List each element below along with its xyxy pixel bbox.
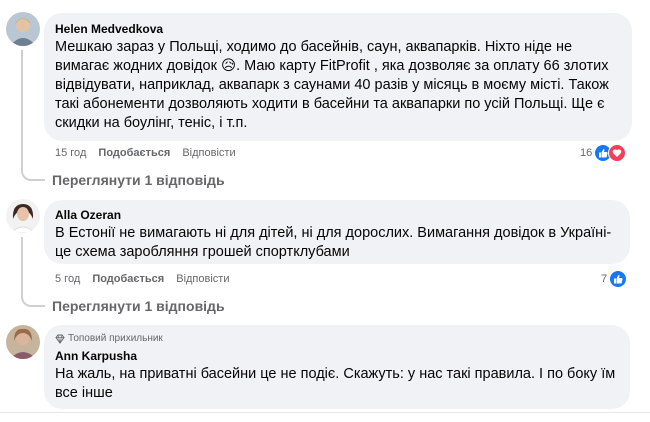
reaction-count: 7 (601, 273, 608, 285)
top-fan-badge: Топовий прихильник (55, 333, 163, 344)
avatar[interactable] (6, 199, 40, 233)
comment-author[interactable]: Helen Medvedkova (55, 22, 163, 36)
comment-actions: 5 год Подобається Відповісти (55, 273, 229, 285)
thread-connector (21, 237, 45, 307)
like-button[interactable]: Подобається (92, 273, 164, 285)
diamond-icon (55, 334, 65, 344)
comment-author[interactable]: Alla Ozeran (55, 208, 121, 222)
comment-bubble: Helen Medvedkova Мешкаю зараз у Польщі, … (44, 13, 632, 141)
sad-emoji-icon: 😥 (220, 58, 237, 74)
reactions-summary[interactable]: 7 (601, 270, 628, 288)
comment-text: В Естонії не вимагають ні для дітей, ні … (55, 225, 612, 260)
badge-label: Топовий прихильник (68, 333, 163, 344)
comment-text: На жаль, на приватні басейни це не подіє… (55, 366, 616, 401)
divider (0, 412, 650, 413)
reply-button[interactable]: Відповісти (182, 147, 235, 159)
like-button[interactable]: Подобається (98, 147, 170, 159)
comment-bubble: Alla Ozeran В Естонії не вимагають ні дл… (44, 200, 630, 264)
avatar[interactable] (6, 12, 40, 46)
comment-text: Мешкаю зараз у Польщі, ходимо до басейні… (55, 38, 615, 133)
comment-time[interactable]: 15 год (55, 147, 86, 159)
love-reaction-icon (608, 144, 627, 162)
comment-author[interactable]: Ann Karpusha (55, 349, 137, 363)
reactions-summary[interactable]: 16 (580, 144, 627, 162)
reply-button[interactable]: Відповісти (176, 273, 229, 285)
view-replies-link[interactable]: Переглянути 1 відповідь (52, 172, 225, 188)
comment-actions: 15 год Подобається Відповісти (55, 147, 236, 159)
thread-connector (21, 50, 45, 181)
avatar[interactable] (6, 325, 40, 359)
comment-bubble: Топовий прихильник Ann Karpusha На жаль,… (44, 325, 630, 409)
like-reaction-icon (609, 270, 628, 288)
reaction-count: 16 (580, 147, 593, 159)
view-replies-link[interactable]: Переглянути 1 відповідь (52, 298, 225, 314)
comment-time[interactable]: 5 год (55, 273, 80, 285)
